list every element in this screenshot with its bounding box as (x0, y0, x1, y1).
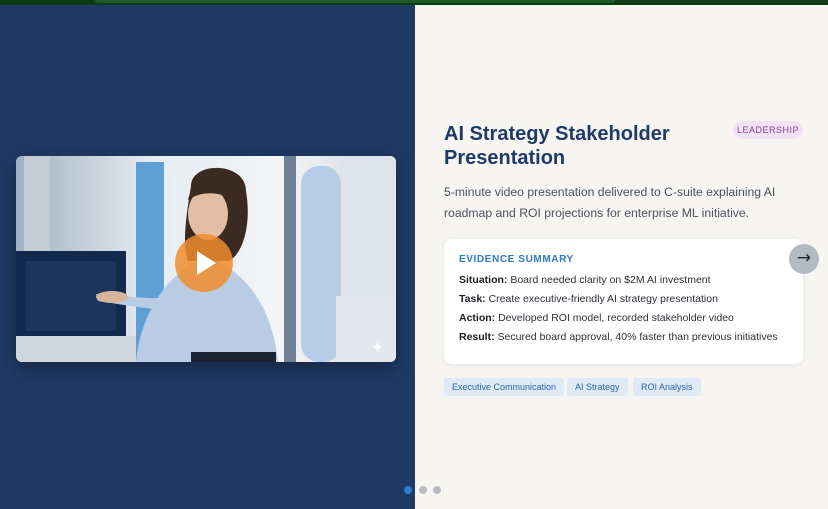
sparkle-icon: ✦ (371, 338, 385, 357)
evidence-row-situation: Situation: Board needed clarity on $2M A… (459, 274, 711, 286)
carousel-dot-3[interactable] (433, 486, 441, 494)
evidence-text: Secured board approval, 40% faster than … (497, 331, 778, 343)
evidence-label: Situation: (459, 274, 508, 286)
evidence-label: Task: (459, 293, 486, 305)
carousel-dot-1[interactable] (404, 486, 412, 494)
carousel-dot-2[interactable] (419, 486, 427, 494)
evidence-summary-card: EVIDENCE SUMMARY Situation: Board needed… (444, 239, 803, 364)
evidence-text: Create executive-friendly AI strategy pr… (488, 293, 718, 305)
slide-title: AI Strategy Stakeholder Presentation (444, 123, 670, 169)
top-bar-tab (95, 0, 615, 3)
evidence-row-result: Result: Secured board approval, 40% fast… (459, 331, 778, 343)
skill-tag: Executive Communication (444, 378, 565, 396)
evidence-label: Result: (459, 331, 495, 343)
evidence-summary-heading: EVIDENCE SUMMARY (459, 254, 574, 265)
skill-tag: AI Strategy (567, 378, 628, 396)
evidence-text: Developed ROI model, recorded stakeholde… (498, 312, 734, 324)
evidence-row-task: Task: Create executive-friendly AI strat… (459, 293, 718, 305)
evidence-row-action: Action: Developed ROI model, recorded st… (459, 312, 734, 324)
skill-tag: ROI Analysis (633, 378, 701, 396)
next-slide-button[interactable]: → (789, 244, 819, 274)
play-button[interactable] (175, 234, 233, 292)
evidence-text: Board needed clarity on $2M AI investmen… (510, 274, 711, 286)
category-badge: LEADERSHIP (733, 121, 803, 139)
arrow-right-icon: → (796, 248, 812, 268)
evidence-label: Action: (459, 312, 496, 324)
slide-description: 5-minute video presentation delivered to… (444, 185, 776, 220)
